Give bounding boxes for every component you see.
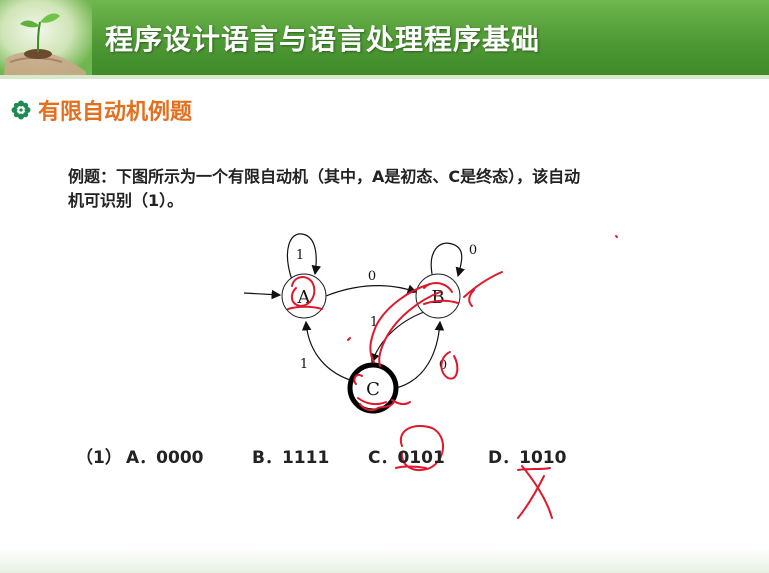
- state-b-label: B: [431, 287, 444, 308]
- edge-a-b-label: 0: [368, 269, 376, 284]
- answer-options: （1） A．0000 B．1111 C．0101 D．1010: [76, 443, 596, 471]
- edge-c-b: [395, 320, 445, 389]
- initial-arrow: [243, 289, 282, 300]
- footer-gradient: [0, 548, 769, 573]
- red-annotations: [287, 235, 618, 519]
- option-b[interactable]: B．1111: [252, 443, 329, 468]
- edge-a-a-label: 1: [296, 248, 304, 263]
- question-number: （1）: [76, 448, 122, 468]
- edge-c-a-label: 1: [300, 357, 308, 372]
- state-c-label: C: [366, 379, 380, 400]
- edge-c-a: [301, 320, 351, 381]
- option-c[interactable]: C．0101: [368, 443, 445, 468]
- automaton-diagram: A B C 1 0 0 1 1 0: [243, 233, 618, 519]
- option-a[interactable]: A．0000: [126, 443, 203, 468]
- option-d[interactable]: D．1010: [488, 443, 566, 468]
- edge-b-b: [430, 242, 465, 278]
- edge-b-b-label: 0: [469, 243, 477, 258]
- edge-a-b: [325, 284, 418, 297]
